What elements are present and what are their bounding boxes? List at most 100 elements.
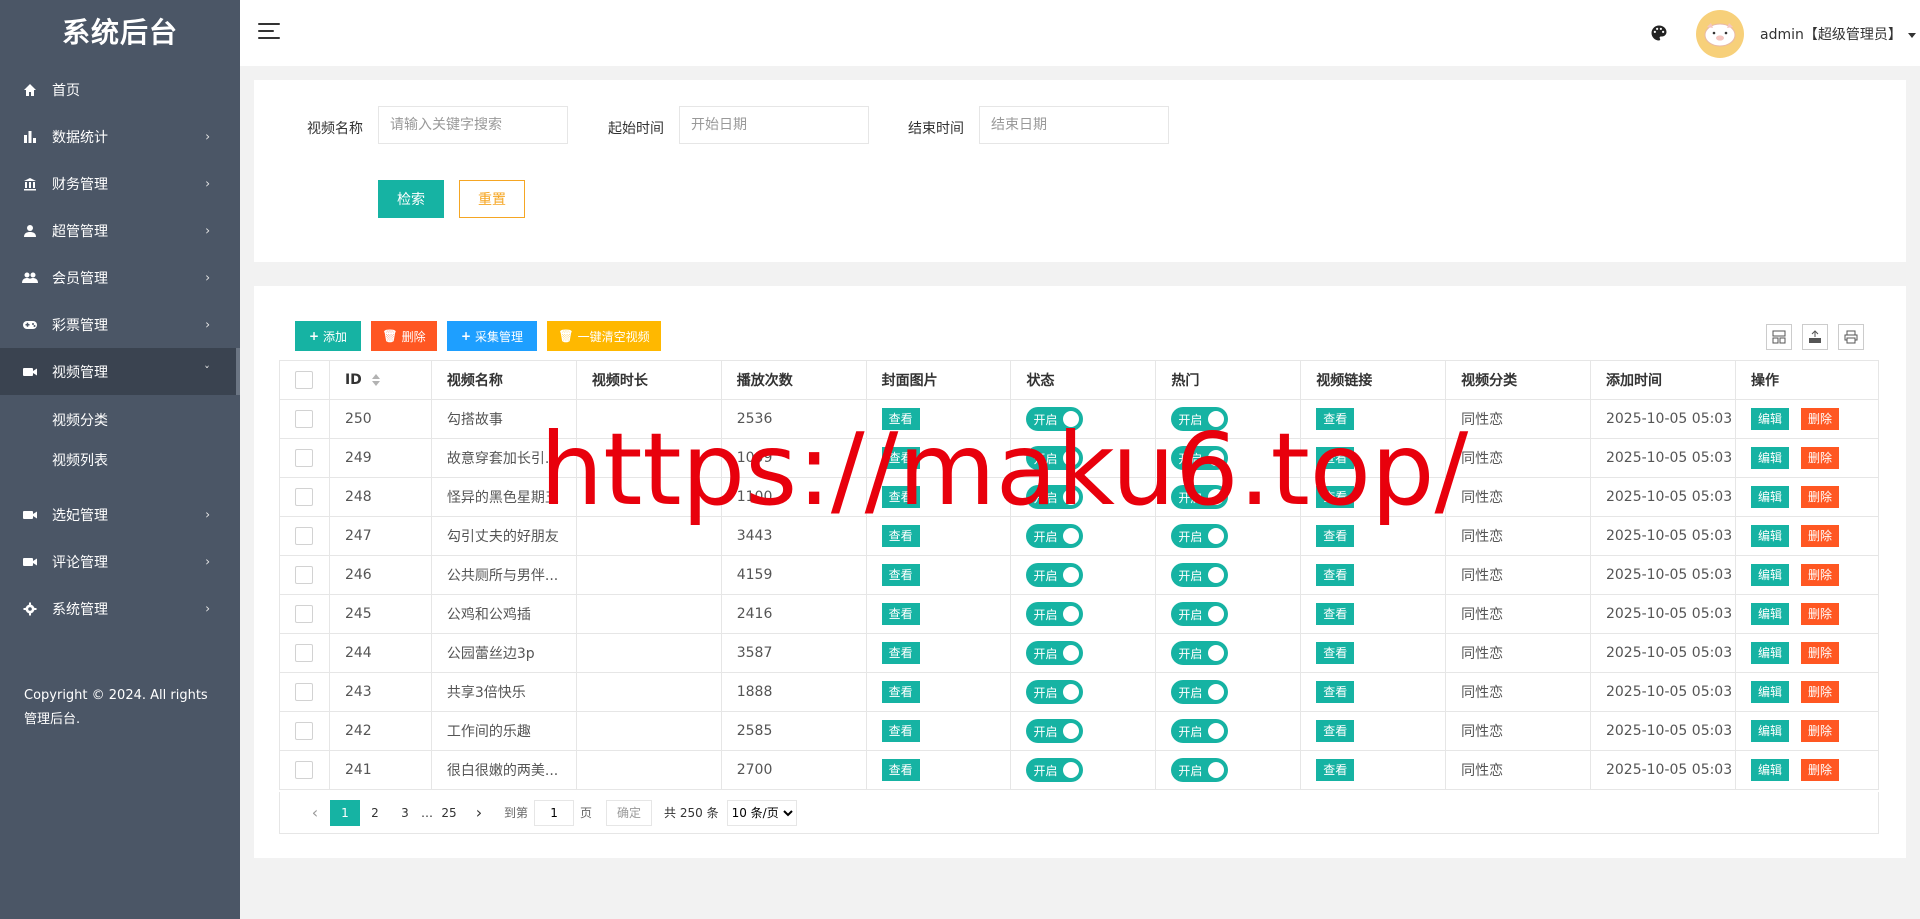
hot-toggle[interactable]: 开启 xyxy=(1171,758,1229,782)
view-cover-button[interactable]: 查看 xyxy=(881,408,920,430)
page-number[interactable]: 3 xyxy=(390,800,420,826)
sort-icon[interactable] xyxy=(371,374,380,386)
view-link-button[interactable]: 查看 xyxy=(1316,603,1355,625)
view-link-button[interactable]: 查看 xyxy=(1316,408,1355,430)
status-toggle[interactable]: 开启 xyxy=(1026,719,1084,743)
hot-toggle[interactable]: 开启 xyxy=(1171,719,1229,743)
video-name-input[interactable] xyxy=(378,106,568,144)
columns-filter-icon[interactable] xyxy=(1766,324,1792,350)
menu-toggle-icon[interactable] xyxy=(258,23,280,43)
row-checkbox[interactable] xyxy=(295,683,313,701)
view-cover-button[interactable]: 查看 xyxy=(881,681,920,703)
start-date-input[interactable] xyxy=(679,106,869,144)
delete-row-button[interactable]: 删除 xyxy=(1800,759,1839,781)
row-checkbox[interactable] xyxy=(295,722,313,740)
status-toggle[interactable]: 开启 xyxy=(1026,641,1084,665)
row-checkbox[interactable] xyxy=(295,410,313,428)
hot-toggle[interactable]: 开启 xyxy=(1171,641,1229,665)
delete-row-button[interactable]: 删除 xyxy=(1800,486,1839,508)
select-all-checkbox[interactable] xyxy=(295,371,313,389)
view-link-button[interactable]: 查看 xyxy=(1316,759,1355,781)
print-icon[interactable] xyxy=(1838,324,1864,350)
hot-toggle[interactable]: 开启 xyxy=(1171,485,1229,509)
hot-toggle[interactable]: 开启 xyxy=(1171,407,1229,431)
view-cover-button[interactable]: 查看 xyxy=(881,564,920,586)
status-toggle[interactable]: 开启 xyxy=(1026,680,1084,704)
hot-toggle[interactable]: 开启 xyxy=(1171,524,1229,548)
edit-button[interactable]: 编辑 xyxy=(1750,681,1789,703)
page-number[interactable]: 2 xyxy=(360,800,390,826)
hot-toggle[interactable]: 开启 xyxy=(1171,680,1229,704)
status-toggle[interactable]: 开启 xyxy=(1026,602,1084,626)
view-link-button[interactable]: 查看 xyxy=(1316,447,1355,469)
edit-button[interactable]: 编辑 xyxy=(1750,486,1789,508)
page-number[interactable]: 1 xyxy=(330,799,360,826)
add-button[interactable]: + 添加 xyxy=(295,321,361,351)
user-menu[interactable]: admin【超级管理员】 xyxy=(1760,24,1916,44)
row-checkbox[interactable] xyxy=(295,605,313,623)
view-link-button[interactable]: 查看 xyxy=(1316,525,1355,547)
hot-toggle[interactable]: 开启 xyxy=(1171,446,1229,470)
sidebar-item-home[interactable]: 首页 xyxy=(0,66,240,113)
status-toggle[interactable]: 开启 xyxy=(1026,407,1084,431)
sidebar-item-comments[interactable]: 评论管理 › xyxy=(0,538,240,585)
row-checkbox[interactable] xyxy=(295,449,313,467)
delete-row-button[interactable]: 删除 xyxy=(1800,603,1839,625)
view-cover-button[interactable]: 查看 xyxy=(881,720,920,742)
search-button[interactable]: 检索 xyxy=(378,180,444,218)
next-page-icon[interactable]: › xyxy=(464,803,494,822)
view-link-button[interactable]: 查看 xyxy=(1316,720,1355,742)
view-link-button[interactable]: 查看 xyxy=(1316,642,1355,664)
view-cover-button[interactable]: 查看 xyxy=(881,603,920,625)
delete-row-button[interactable]: 删除 xyxy=(1800,642,1839,664)
view-link-button[interactable]: 查看 xyxy=(1316,681,1355,703)
status-toggle[interactable]: 开启 xyxy=(1026,446,1084,470)
sidebar-item-concubine[interactable]: 选妃管理 › xyxy=(0,491,240,538)
sidebar-item-lottery[interactable]: 彩票管理 › xyxy=(0,301,240,348)
row-checkbox[interactable] xyxy=(295,566,313,584)
export-icon[interactable] xyxy=(1802,324,1828,350)
edit-button[interactable]: 编辑 xyxy=(1750,759,1789,781)
reset-button[interactable]: 重置 xyxy=(459,180,525,218)
row-checkbox[interactable] xyxy=(295,644,313,662)
delete-row-button[interactable]: 删除 xyxy=(1800,720,1839,742)
sidebar-item-video[interactable]: 视频管理 ˇ xyxy=(0,348,240,395)
status-toggle[interactable]: 开启 xyxy=(1026,485,1084,509)
delete-row-button[interactable]: 删除 xyxy=(1800,525,1839,547)
edit-button[interactable]: 编辑 xyxy=(1750,525,1789,547)
view-link-button[interactable]: 查看 xyxy=(1316,564,1355,586)
delete-row-button[interactable]: 删除 xyxy=(1800,564,1839,586)
delete-button[interactable]: 🗑 删除 xyxy=(371,321,437,351)
hot-toggle[interactable]: 开启 xyxy=(1171,602,1229,626)
palette-icon[interactable] xyxy=(1650,24,1668,42)
sidebar-item-members[interactable]: 会员管理 › xyxy=(0,254,240,301)
sidebar-item-super-admin[interactable]: 超管管理 › xyxy=(0,207,240,254)
status-toggle[interactable]: 开启 xyxy=(1026,758,1084,782)
sidebar-item-finance[interactable]: 财务管理 › xyxy=(0,160,240,207)
edit-button[interactable]: 编辑 xyxy=(1750,720,1789,742)
view-cover-button[interactable]: 查看 xyxy=(881,759,920,781)
row-checkbox[interactable] xyxy=(295,761,313,779)
view-cover-button[interactable]: 查看 xyxy=(881,447,920,469)
edit-button[interactable]: 编辑 xyxy=(1750,564,1789,586)
goto-confirm-button[interactable]: 确定 xyxy=(606,799,653,826)
end-date-input[interactable] xyxy=(979,106,1169,144)
edit-button[interactable]: 编辑 xyxy=(1750,447,1789,469)
avatar[interactable] xyxy=(1696,10,1744,58)
sidebar-item-data-stats[interactable]: 数据统计 › xyxy=(0,113,240,160)
page-size-select[interactable]: 10 条/页 xyxy=(726,799,797,826)
hot-toggle[interactable]: 开启 xyxy=(1171,563,1229,587)
sidebar-item-system[interactable]: 系统管理 › xyxy=(0,585,240,632)
view-link-button[interactable]: 查看 xyxy=(1316,486,1355,508)
collect-manage-button[interactable]: + 采集管理 xyxy=(447,321,537,351)
view-cover-button[interactable]: 查看 xyxy=(881,642,920,664)
page-number[interactable]: 25 xyxy=(434,800,464,826)
submenu-video-category[interactable]: 视频分类 xyxy=(0,401,240,441)
row-checkbox[interactable] xyxy=(295,527,313,545)
col-id[interactable]: ID xyxy=(329,360,432,400)
edit-button[interactable]: 编辑 xyxy=(1750,603,1789,625)
goto-page-input[interactable] xyxy=(534,799,575,826)
delete-row-button[interactable]: 删除 xyxy=(1800,447,1839,469)
edit-button[interactable]: 编辑 xyxy=(1750,642,1789,664)
status-toggle[interactable]: 开启 xyxy=(1026,524,1084,548)
